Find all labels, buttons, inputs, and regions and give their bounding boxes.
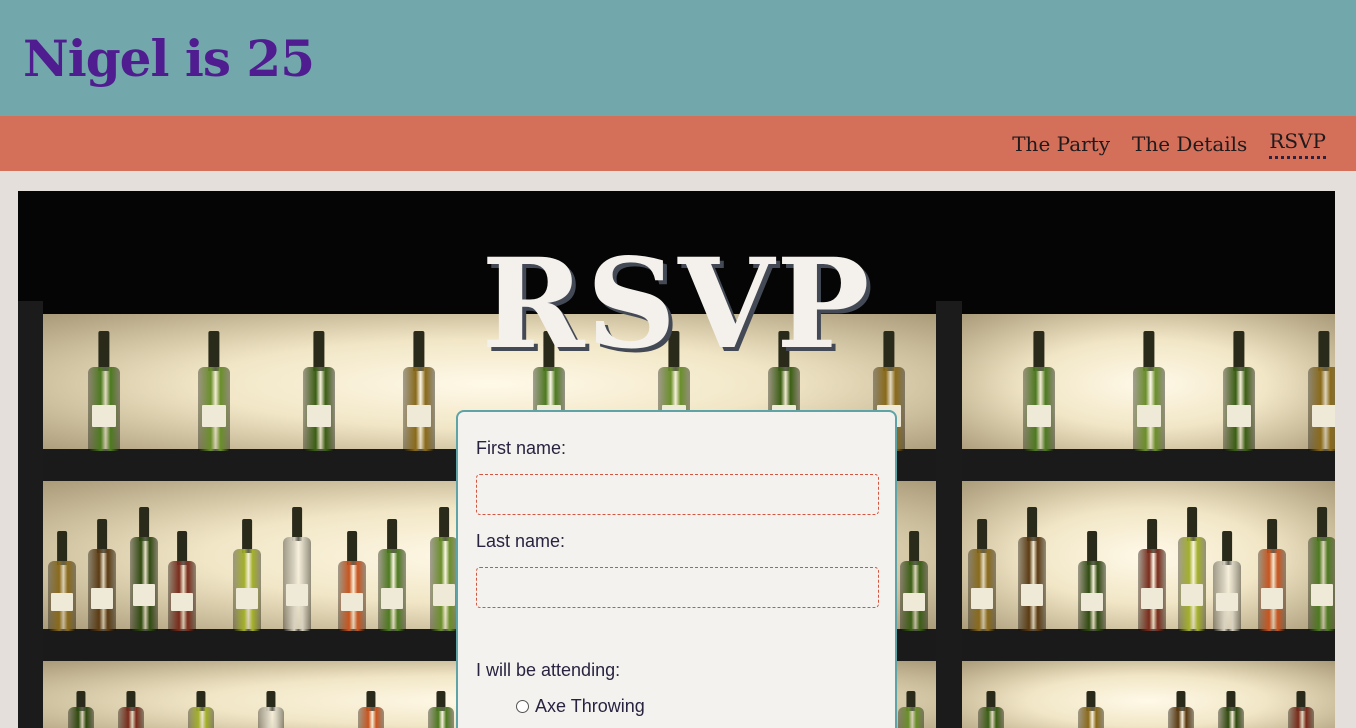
nav-link-the-details[interactable]: The Details (1132, 131, 1247, 157)
bottle (378, 519, 406, 631)
bottle (118, 691, 144, 728)
last-name-label: Last name: (476, 531, 566, 551)
site-title: Nigel is 25 (23, 29, 315, 88)
bottle (1308, 507, 1335, 631)
bottle (258, 691, 284, 728)
bottle (1213, 531, 1241, 631)
bottle (430, 507, 458, 631)
hero-title: RSVP (481, 232, 872, 377)
shelf-glow (960, 661, 1335, 728)
bottle (168, 531, 196, 631)
nav-list: The Party The Details RSVP (1012, 116, 1326, 171)
main-nav: The Party The Details RSVP (0, 116, 1356, 171)
bottle (130, 507, 158, 631)
bottle (338, 531, 366, 631)
bottle (978, 691, 1004, 728)
rsvp-form: First name: Last name: I will be attendi… (456, 410, 897, 728)
bottle (68, 691, 94, 728)
site-header: Nigel is 25 (0, 0, 1356, 116)
bottle (233, 519, 261, 631)
axe-throwing-option[interactable]: Axe Throwing (516, 696, 645, 717)
first-name-label: First name: (476, 438, 567, 458)
bottle (283, 507, 311, 631)
bottle (898, 691, 924, 728)
bottle (88, 519, 116, 631)
radio-button-icon[interactable] (516, 700, 529, 713)
first-name-input[interactable] (476, 474, 879, 515)
last-name-input[interactable] (476, 567, 879, 608)
bottle (1258, 519, 1286, 631)
hero-section: RSVP First name: Last name: I will be at… (18, 191, 1335, 728)
bottle (1138, 519, 1166, 631)
axe-throwing-label: Axe Throwing (535, 696, 645, 716)
bottle (48, 531, 76, 631)
bottle (968, 519, 996, 631)
bottle (1018, 507, 1046, 631)
bottle (428, 691, 454, 728)
bottle (1218, 691, 1244, 728)
bottle (1078, 691, 1104, 728)
attending-label: I will be attending: (476, 660, 621, 680)
bottle (188, 691, 214, 728)
bottle (900, 531, 928, 631)
bottle (1168, 691, 1194, 728)
bottle (358, 691, 384, 728)
nav-link-the-party[interactable]: The Party (1012, 131, 1110, 157)
bottle (1078, 531, 1106, 631)
bottle (1288, 691, 1314, 728)
nav-link-rsvp[interactable]: RSVP (1269, 128, 1326, 159)
bottle (1178, 507, 1206, 631)
